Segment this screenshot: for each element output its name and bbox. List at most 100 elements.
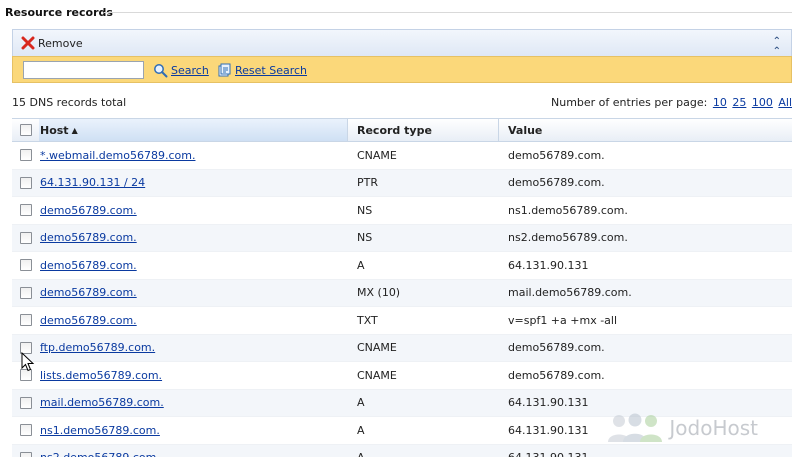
remove-button[interactable]: Remove (21, 36, 83, 50)
row-select-cell (12, 280, 39, 307)
record-type-cell: NS (357, 203, 373, 217)
record-type-cell: TXT (357, 313, 378, 327)
record-type-cell: CNAME (357, 368, 397, 382)
select-all-cell (12, 119, 39, 141)
row-checkbox[interactable] (19, 259, 32, 272)
table-body: *.webmail.demo56789.com. CNAME demo56789.c… (12, 142, 792, 457)
table-row: demo56789.com. NS ns2.demo56789.com. (12, 224, 792, 252)
value-cell: 64.131.90.131 (499, 445, 792, 457)
host-cell: ns1.demo56789.com. (39, 417, 348, 444)
record-type-cell: CNAME (357, 148, 397, 162)
value-cell: demo56789.com. (508, 148, 605, 162)
row-checkbox[interactable] (19, 149, 32, 162)
table-row: ftp.demo56789.com. CNAME demo56789.com. (12, 334, 792, 362)
value-cell: ns2.demo56789.com. (508, 231, 628, 245)
table-row: demo56789.com. NS ns1.demo56789.com. (12, 197, 792, 225)
value-cell: demo56789.com. (508, 368, 605, 382)
host-link[interactable]: demo56789.com. (40, 259, 137, 272)
mouse-cursor-icon (21, 352, 35, 372)
value-cell: mail.demo56789.com. (508, 286, 632, 300)
per-page-option[interactable]: 10 (713, 96, 727, 109)
row-select-cell (12, 142, 39, 169)
row-select-cell (12, 307, 39, 334)
host-link[interactable]: lists.demo56789.com. (40, 369, 162, 382)
per-page-option[interactable]: 100 (752, 96, 773, 109)
host-link[interactable]: demo56789.com. (40, 314, 137, 327)
search-button[interactable]: Search (153, 63, 209, 78)
search-input[interactable] (23, 61, 144, 79)
records-total: 15 DNS records total (12, 96, 127, 109)
host-link[interactable]: demo56789.com. (40, 204, 137, 217)
table-row: lists.demo56789.com. CNAME demo56789.com. (12, 362, 792, 390)
remove-x-icon (21, 36, 35, 50)
per-page-option[interactable]: 25 (732, 96, 746, 109)
host-link[interactable]: demo56789.com. (40, 286, 137, 299)
reset-search-label: Reset Search (235, 64, 308, 77)
people-logo-icon (608, 413, 663, 442)
table-row: *.webmail.demo56789.com. CNAME demo56789.c… (12, 142, 792, 170)
row-select-cell (12, 197, 39, 224)
record-type-cell: PTR (357, 176, 378, 190)
host-link[interactable]: ns1.demo56789.com. (40, 424, 160, 437)
host-cell: demo56789.com. (39, 225, 348, 252)
reset-search-button[interactable]: Reset Search (217, 63, 307, 78)
collapse-icon[interactable]: ⌃ ⌃ (773, 37, 781, 57)
record-type-cell: MX (10) (357, 286, 401, 300)
value-cell: demo56789.com. (508, 341, 605, 355)
table-header: Host ▲ Record type Value (12, 118, 792, 142)
row-checkbox[interactable] (19, 204, 32, 217)
record-type-cell: A (357, 396, 365, 410)
row-checkbox[interactable] (19, 396, 32, 409)
header-value[interactable]: Value (499, 119, 792, 141)
host-link[interactable]: 64.131.90.131 / 24 (40, 176, 145, 189)
host-cell: demo56789.com. (39, 197, 348, 224)
search-button-label: Search (171, 64, 209, 77)
table-row: demo56789.com. MX (10) mail.demo56789.com. (12, 279, 792, 307)
host-cell: ftp.demo56789.com. (39, 335, 348, 362)
section-title: Resource records (5, 6, 113, 19)
header-host-label: Host (40, 123, 69, 137)
value-cell: 64.131.90.131 (508, 258, 589, 272)
host-link[interactable]: demo56789.com. (40, 231, 137, 244)
host-cell: mail.demo56789.com. (39, 390, 348, 417)
host-link[interactable]: ftp.demo56789.com. (40, 341, 155, 354)
table-row: ns2.demo56789.com. A64.131.90.131 (12, 444, 792, 457)
record-type-cell: CNAME (357, 341, 397, 355)
search-bar: Search Reset Search (12, 56, 792, 83)
per-page-option[interactable]: All (778, 96, 792, 109)
row-checkbox[interactable] (19, 286, 32, 299)
row-checkbox[interactable] (19, 314, 32, 327)
host-link[interactable]: mail.demo56789.com. (40, 396, 164, 409)
host-cell: *.webmail.demo56789.com. (39, 142, 348, 169)
host-cell: lists.demo56789.com. (39, 362, 348, 389)
row-checkbox[interactable] (19, 424, 32, 437)
per-page-label: Number of entries per page: (551, 96, 708, 109)
record-type-cell: NS (357, 231, 373, 245)
header-record-type[interactable]: Record type (348, 119, 499, 141)
row-select-cell (12, 170, 39, 197)
row-checkbox[interactable] (19, 451, 32, 457)
header-value-label: Value (508, 123, 543, 137)
magnifier-icon (154, 64, 168, 78)
toolbar: Remove ⌃ ⌃ (12, 29, 792, 57)
table-row: demo56789.com. A 64.131.90.131 (12, 252, 792, 280)
host-link[interactable]: ns2.demo56789.com. (40, 451, 160, 457)
row-select-cell (12, 417, 39, 444)
value-cell: demo56789.com. (508, 176, 605, 190)
entries-per-page: Number of entries per page: 10 25 100 Al… (551, 96, 792, 109)
header-host[interactable]: Host ▲ (39, 119, 348, 141)
table-row: demo56789.com. TXT v=spf1 +a +mx -all (12, 307, 792, 335)
host-cell: demo56789.com. (39, 280, 348, 307)
row-checkbox[interactable] (19, 176, 32, 189)
row-checkbox[interactable] (19, 231, 32, 244)
record-type-cell: A (348, 445, 499, 457)
select-all-checkbox[interactable] (19, 124, 32, 136)
host-cell: 64.131.90.131 / 24 (39, 170, 348, 197)
record-type-cell: A (357, 423, 365, 437)
records-table: Host ▲ Record type Value *.webmail.demo5… (12, 118, 792, 457)
section-divider (104, 12, 792, 13)
host-cell: demo56789.com. (39, 252, 348, 279)
row-select-cell (12, 225, 39, 252)
host-cell: demo56789.com. (39, 307, 348, 334)
host-link[interactable]: *.webmail.demo56789.com. (40, 149, 195, 162)
